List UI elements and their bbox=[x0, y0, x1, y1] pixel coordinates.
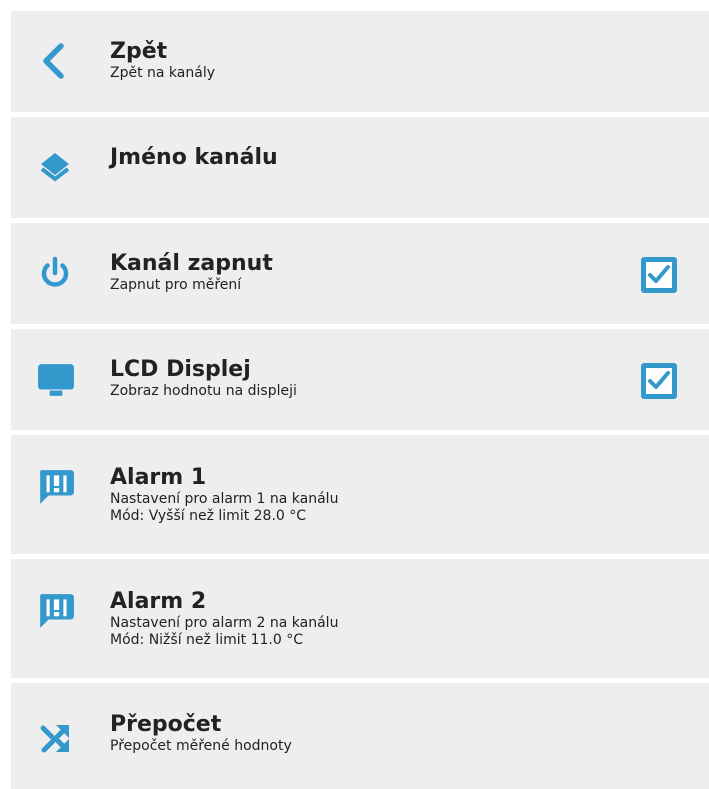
menu-item-text: Zpět Zpět na kanály bbox=[110, 39, 629, 82]
menu-item-subtitle: Nastavení pro alarm 1 na kanálu bbox=[110, 491, 339, 507]
menu-item-title: Alarm 1 bbox=[110, 465, 207, 490]
menu-item-subtitle: Zapnut pro měření bbox=[110, 277, 242, 293]
menu-item-title: Zpět bbox=[110, 39, 168, 64]
layers-icon bbox=[40, 153, 70, 182]
menu-item-subtitle: Zobraz hodnotu na displeji bbox=[110, 383, 297, 399]
menu-item-recalculation[interactable]: Přepočet Přepočet měřené hodnoty bbox=[11, 683, 709, 789]
menu-item-back[interactable]: Zpět Zpět na kanály bbox=[11, 11, 709, 112]
menu-item-title: Alarm 2 bbox=[110, 589, 207, 614]
menu-item-alarm-2[interactable]: Alarm 2 Nastavení pro alarm 2 na kanálu … bbox=[11, 559, 709, 678]
menu-item-lcd-display[interactable]: LCD Displej Zobraz hodnotu na displeji bbox=[11, 329, 709, 430]
menu-item-subtitle: Zpět na kanály bbox=[110, 65, 215, 81]
menu-item-text: LCD Displej Zobraz hodnotu na displeji bbox=[110, 357, 629, 400]
alarm-message-icon bbox=[40, 594, 74, 628]
menu-item-title: Kanál zapnut bbox=[110, 251, 273, 276]
menu-item-text: Alarm 1 Nastavení pro alarm 1 na kanálu … bbox=[110, 465, 629, 525]
shuffle-icon bbox=[40, 725, 69, 753]
menu-item-text: Kanál zapnut Zapnut pro měření bbox=[110, 251, 629, 294]
menu-item-channel-enabled[interactable]: Kanál zapnut Zapnut pro měření bbox=[11, 223, 709, 324]
menu-item-detail: Mód: Nižší než limit 11.0 °C bbox=[110, 632, 303, 648]
channel-enabled-checkbox[interactable] bbox=[640, 256, 678, 294]
menu-item-detail: Mód: Vyšší než limit 28.0 °C bbox=[110, 508, 307, 524]
chevron-left-icon bbox=[43, 43, 64, 79]
alarm-message-icon bbox=[40, 470, 74, 504]
lcd-display-checkbox[interactable] bbox=[640, 362, 678, 400]
menu-item-title: Jméno kanálu bbox=[110, 145, 278, 170]
menu-item-subtitle: Nastavení pro alarm 2 na kanálu bbox=[110, 615, 339, 631]
menu-item-text: Alarm 2 Nastavení pro alarm 2 na kanálu … bbox=[110, 589, 629, 649]
menu-item-alarm-1[interactable]: Alarm 1 Nastavení pro alarm 1 na kanálu … bbox=[11, 435, 709, 554]
power-icon bbox=[41, 256, 69, 287]
monitor-icon bbox=[38, 364, 74, 396]
menu-item-text: Přepočet Přepočet měřené hodnoty bbox=[110, 712, 629, 755]
menu-item-subtitle: Přepočet měřené hodnoty bbox=[110, 738, 292, 754]
menu-item-text: Jméno kanálu bbox=[110, 145, 629, 171]
menu-item-title: Přepočet bbox=[110, 712, 222, 737]
menu-item-title: LCD Displej bbox=[110, 357, 251, 382]
channel-settings-menu: Zpět Zpět na kanály Jméno kanálu Kanál z… bbox=[11, 11, 709, 789]
menu-item-channel-name[interactable]: Jméno kanálu bbox=[11, 117, 709, 218]
